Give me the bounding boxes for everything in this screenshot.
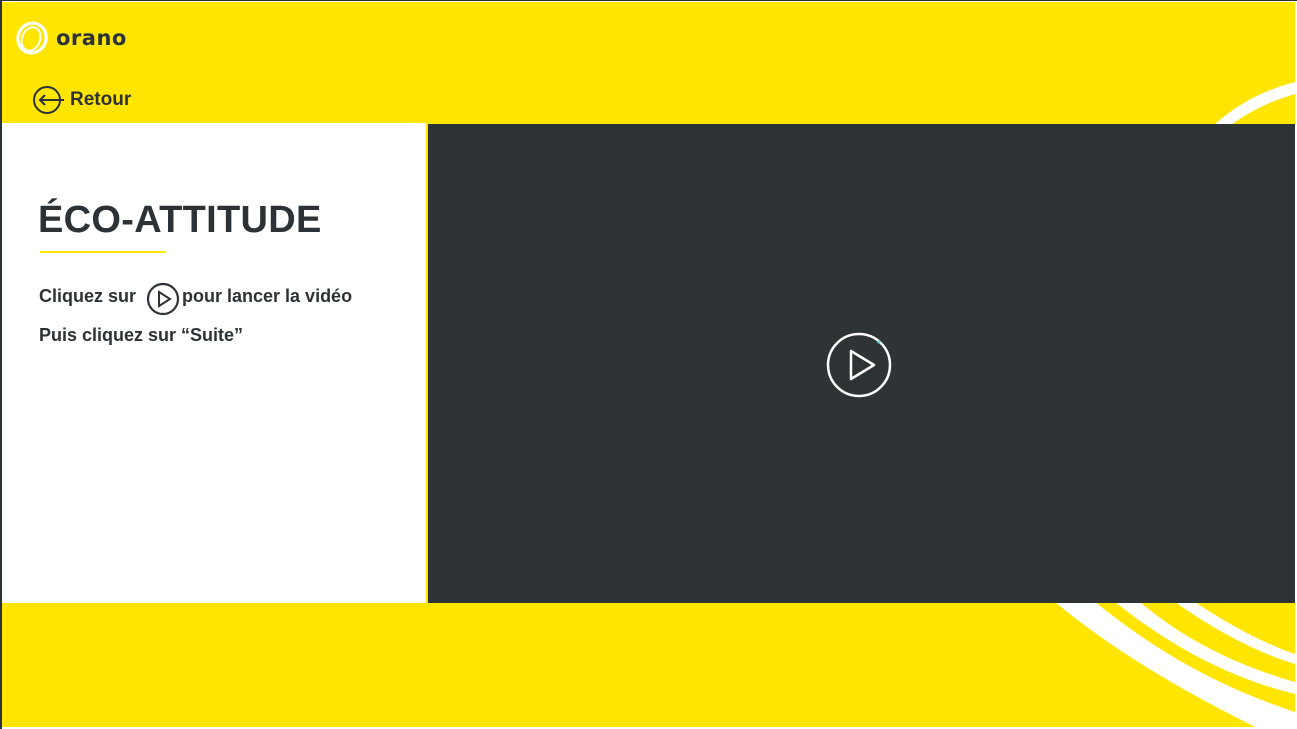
play-circle-icon bbox=[146, 282, 180, 316]
decorative-swirl-bottom bbox=[1055, 602, 1295, 727]
instruction-text-after: pour lancer la vidéo bbox=[182, 285, 353, 306]
decorative-swirl-top bbox=[1215, 82, 1295, 128]
loading-dot bbox=[877, 340, 881, 344]
page-frame: orano Retour ÉCO-ATTITUDE Cliquez sur po… bbox=[2, 2, 1295, 727]
back-button[interactable]: Retour bbox=[32, 84, 131, 116]
title-underline bbox=[40, 251, 166, 253]
arrow-left-circle-icon bbox=[33, 86, 64, 114]
instructions-panel: ÉCO-ATTITUDE Cliquez sur pour lancer la … bbox=[2, 123, 426, 603]
orano-logo: orano bbox=[14, 20, 127, 56]
logo-text: orano bbox=[56, 26, 127, 50]
video-player[interactable] bbox=[428, 124, 1295, 603]
instruction-text-before: Cliquez sur bbox=[39, 285, 137, 306]
back-label: Retour bbox=[70, 89, 132, 110]
orano-logo-icon bbox=[16, 21, 48, 55]
instruction-line-1: Cliquez sur pour lancer la vidéo bbox=[39, 279, 353, 316]
page-title: ÉCO-ATTITUDE bbox=[38, 199, 322, 241]
instruction-line-2: Puis cliquez sur “Suite” bbox=[39, 325, 244, 345]
play-button[interactable] bbox=[824, 330, 894, 400]
